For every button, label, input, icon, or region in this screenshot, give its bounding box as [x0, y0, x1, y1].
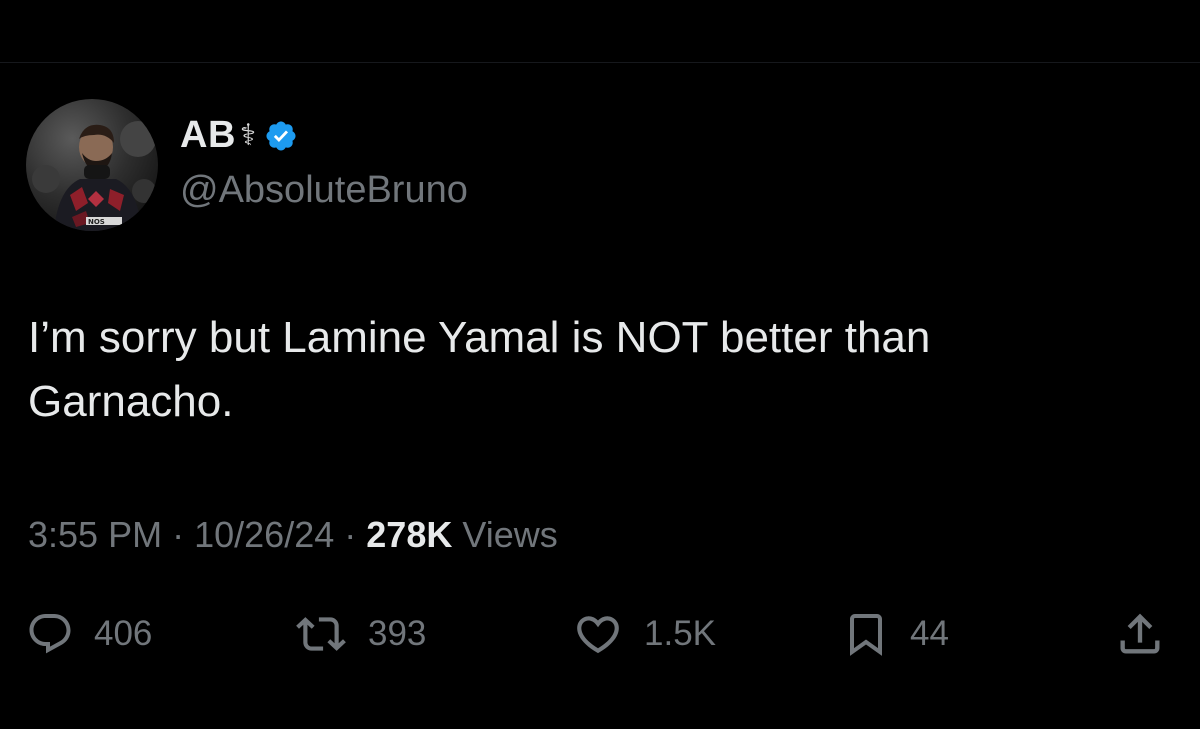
tweet-time[interactable]: 3:55 PM: [28, 514, 162, 555]
repost-button[interactable]: 393: [294, 608, 426, 660]
share-button[interactable]: [1114, 608, 1166, 660]
reply-button[interactable]: 406: [26, 608, 152, 660]
tweet-date[interactable]: 10/26/24: [194, 514, 334, 555]
reply-icon: [29, 614, 71, 654]
bookmark-icon: [850, 614, 882, 656]
user-handle[interactable]: @AbsoluteBruno: [180, 169, 468, 212]
views-count: 278K: [366, 514, 453, 555]
bookmark-count: 44: [910, 614, 949, 653]
views-label: Views: [462, 514, 558, 555]
action-bar: 406 393 1.5K 44: [0, 600, 1200, 670]
avatar[interactable]: NOS: [26, 99, 158, 231]
name-row: AB ⚕: [180, 111, 468, 161]
repost-icon: [296, 617, 346, 651]
tweet-meta: 3:55 PM · 10/26/24 · 278K Views: [28, 514, 558, 556]
bookmark-button[interactable]: 44: [842, 608, 949, 660]
meta-separator: ·: [172, 514, 185, 555]
share-icon: [1120, 613, 1160, 654]
like-button[interactable]: 1.5K: [572, 608, 716, 660]
meta-separator: ·: [344, 514, 357, 555]
heart-icon: [577, 616, 619, 654]
tweet: NOS AB ⚕ @AbsoluteBruno I’m sorry but La…: [0, 0, 1200, 729]
svg-text:NOS: NOS: [88, 218, 105, 226]
user-names: AB ⚕ @AbsoluteBruno: [180, 114, 468, 212]
tweet-header: NOS AB ⚕ @AbsoluteBruno: [26, 98, 468, 232]
avatar-image: NOS: [26, 99, 158, 231]
verified-badge-icon[interactable]: [264, 119, 298, 153]
display-name[interactable]: AB: [180, 114, 236, 157]
tweet-text: I’m sorry but Lamine Yamal is NOT better…: [28, 313, 931, 426]
reply-count: 406: [94, 614, 153, 653]
like-count: 1.5K: [644, 614, 716, 653]
caduceus-emoji: ⚕: [239, 118, 257, 153]
repost-count: 393: [368, 614, 427, 653]
